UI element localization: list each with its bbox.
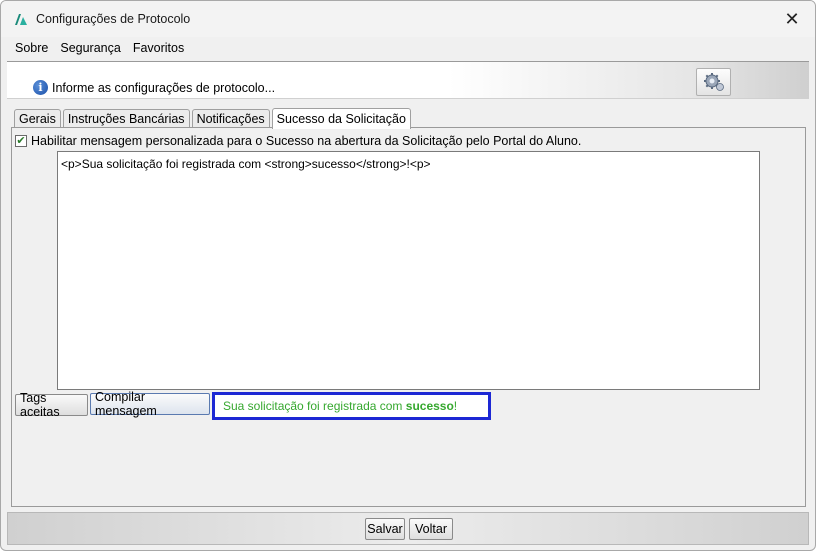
preview-text: Sua solicitação foi registrada com suces… xyxy=(223,399,458,413)
tab-bar: Gerais Instruções Bancárias Notificações… xyxy=(14,108,413,129)
tab-panel: ✔ Habilitar mensagem personalizada para … xyxy=(11,127,806,507)
menu-item-seguranca[interactable]: Segurança xyxy=(54,41,126,55)
message-editor[interactable]: <p>Sua solicitação foi registrada com <s… xyxy=(57,151,760,390)
menu-item-favoritos[interactable]: Favoritos xyxy=(127,41,190,55)
menu-item-sobre[interactable]: Sobre xyxy=(7,41,54,55)
header-panel: i Informe as configurações de protocolo.… xyxy=(7,61,809,99)
accepted-tags-button[interactable]: Tags aceitas xyxy=(15,391,88,419)
compile-message-button[interactable]: Compilar mensagem xyxy=(90,390,210,418)
menu-bar: Sobre Segurança Favoritos xyxy=(7,37,809,59)
tab-gerais[interactable]: Gerais xyxy=(14,109,61,128)
enable-message-row: ✔ Habilitar mensagem personalizada para … xyxy=(15,134,581,148)
app-logo-icon xyxy=(15,14,27,25)
tab-notificacoes[interactable]: Notificações xyxy=(191,109,270,128)
tab-sucesso-da-solicitacao[interactable]: Sucesso da Solicitação xyxy=(271,108,411,129)
settings-button[interactable] xyxy=(696,68,731,96)
info-icon: i xyxy=(33,80,48,95)
enable-message-label: Habilitar mensagem personalizada para o … xyxy=(31,134,582,148)
save-button[interactable]: Salvar xyxy=(365,518,405,540)
back-button[interactable]: Voltar xyxy=(409,518,453,540)
header-info-text: Informe as configurações de protocolo... xyxy=(52,81,276,95)
close-icon[interactable]: ✕ xyxy=(769,1,815,37)
enable-message-checkbox[interactable]: ✔ xyxy=(15,135,27,147)
gear-icon xyxy=(703,73,724,91)
message-preview: Sua solicitação foi registrada com suces… xyxy=(212,392,491,420)
title-bar: Configurações de Protocolo ✕ xyxy=(1,1,815,37)
footer-bar: Salvar Voltar xyxy=(7,512,809,545)
protocol-settings-window: Configurações de Protocolo ✕ Sobre Segur… xyxy=(0,0,816,551)
checkmark-icon: ✔ xyxy=(16,134,26,147)
window-title: Configurações de Protocolo xyxy=(36,12,191,26)
tab-instrucoes-bancarias[interactable]: Instruções Bancárias xyxy=(62,109,190,128)
